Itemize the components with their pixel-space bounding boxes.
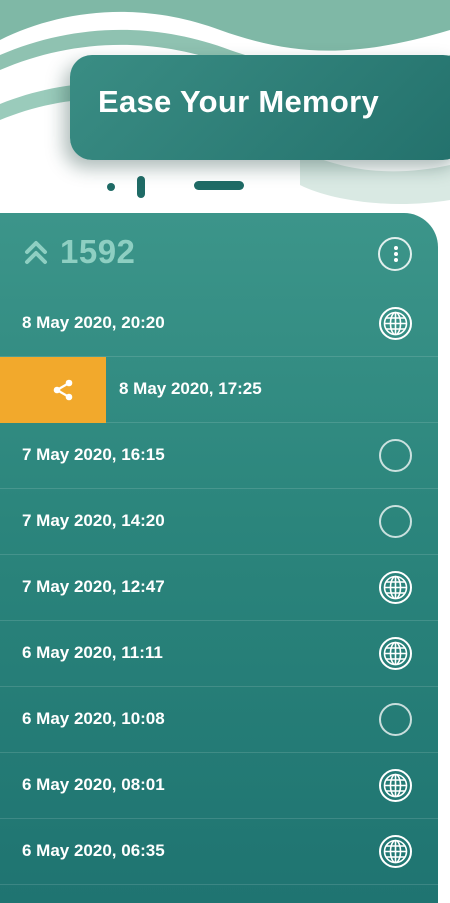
list-item[interactable]: 6 May 2020, 08:01: [0, 753, 438, 819]
entry-date: 7 May 2020, 14:20: [22, 511, 165, 530]
entry-date: 6 May 2020, 08:01: [22, 775, 165, 794]
headline-title: Ease Your Memory: [98, 84, 380, 119]
circle-icon[interactable]: [378, 504, 413, 539]
globe-icon[interactable]: [378, 768, 413, 803]
entry-date: 8 May 2020, 17:25: [119, 379, 262, 398]
list-item[interactable]: 7 May 2020, 16:15: [0, 423, 438, 489]
history-list: 8 May 2020, 20:20 8 May 2020, 17:25 7 Ma…: [0, 291, 438, 885]
entry-count: 1592: [60, 233, 136, 270]
globe-icon[interactable]: [378, 834, 413, 869]
entry-date: 6 May 2020, 11:11: [22, 643, 163, 662]
globe-icon[interactable]: [378, 306, 413, 341]
entry-date: 8 May 2020, 20:20: [22, 313, 165, 332]
circle-icon[interactable]: [378, 438, 413, 473]
list-item[interactable]: 7 May 2020, 12:47: [0, 555, 438, 621]
phone-screen: 1592 8 May 2020, 20:20 8 May 2020, 17:25…: [0, 213, 438, 903]
list-item[interactable]: 8 May 2020, 17:25: [0, 357, 438, 423]
entry-date: 7 May 2020, 12:47: [22, 577, 165, 596]
speaker-slot: [194, 181, 244, 190]
circle-icon[interactable]: [378, 702, 413, 737]
entry-date: 6 May 2020, 06:35: [22, 841, 165, 860]
entry-date: 7 May 2020, 16:15: [22, 445, 165, 464]
globe-icon[interactable]: [378, 636, 413, 671]
entry-date: 6 May 2020, 10:08: [22, 709, 165, 728]
sensor-bar: [137, 176, 145, 198]
more-vertical-icon[interactable]: [378, 237, 412, 271]
list-item[interactable]: 6 May 2020, 10:08: [0, 687, 438, 753]
share-action-button[interactable]: [0, 357, 106, 423]
list-item[interactable]: 6 May 2020, 11:11: [0, 621, 438, 687]
globe-icon[interactable]: [378, 570, 413, 605]
list-header: 1592: [0, 213, 438, 291]
camera-dot: [107, 183, 115, 191]
double-chevron-up-icon[interactable]: [22, 238, 50, 266]
list-item[interactable]: 6 May 2020, 06:35: [0, 819, 438, 885]
share-icon: [53, 379, 73, 401]
list-item[interactable]: 8 May 2020, 20:20: [0, 291, 438, 357]
list-item[interactable]: 7 May 2020, 14:20: [0, 489, 438, 555]
